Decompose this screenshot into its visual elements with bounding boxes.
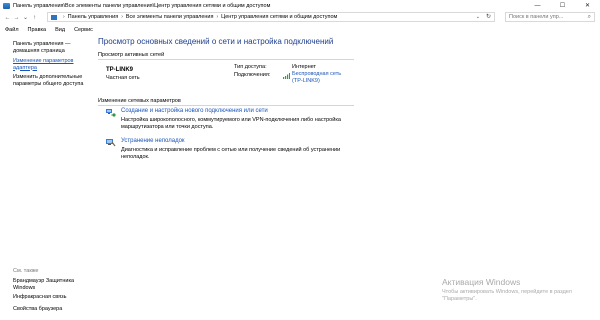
forward-button[interactable]: → — [12, 13, 21, 22]
advanced-sharing-settings-link[interactable]: Изменить дополнительные параметры общего… — [13, 74, 88, 87]
setup-new-connection-description: Настройка широкополосного, коммутируемог… — [121, 117, 341, 130]
breadcrumb-separator[interactable]: › — [216, 14, 218, 20]
change-adapter-settings-link[interactable]: Изменение параметров адаптера — [13, 58, 88, 71]
search-input[interactable] — [509, 14, 584, 20]
menu-edit[interactable]: Правка — [28, 27, 47, 33]
minimize-button[interactable]: — — [525, 0, 550, 11]
back-button[interactable]: ← — [3, 13, 12, 22]
search-icon[interactable]: ⌕ — [588, 14, 591, 21]
window-controls: — ☐ ✕ — [525, 0, 600, 11]
activation-watermark: Активация Windows Чтобы активировать Win… — [442, 277, 592, 303]
change-settings-heading: Изменение сетевых параметров — [98, 98, 181, 104]
window-title: Панель управления\Все элементы панели уп… — [13, 2, 271, 9]
network-name: TP-LINK9 — [106, 67, 133, 73]
wireless-connection-link[interactable]: Беспроводная сеть (TP-LINK9) — [292, 71, 352, 85]
menu-tools[interactable]: Сервис — [74, 27, 93, 33]
close-button[interactable]: ✕ — [575, 0, 600, 11]
control-panel-icon — [51, 14, 57, 20]
menu-file[interactable]: Файл — [5, 27, 19, 33]
troubleshoot-description: Диагностика и исправление проблем с сеть… — [121, 147, 341, 160]
access-type-value: Интернет — [292, 64, 316, 70]
up-button[interactable]: ↑ — [30, 13, 39, 22]
troubleshoot-icon — [106, 139, 116, 147]
wifi-signal-icon — [283, 73, 290, 79]
watermark-title: Активация Windows — [442, 277, 521, 287]
address-field[interactable]: › Панель управления › Все элементы панел… — [47, 12, 495, 22]
control-panel-home-link[interactable]: Панель управления — домашняя страница — [13, 41, 88, 54]
title-bar: Панель управления\Все элементы панели уп… — [0, 0, 600, 11]
watermark-text: Чтобы активировать Windows, перейдите в … — [442, 289, 572, 302]
divider — [98, 105, 354, 106]
divider — [98, 59, 354, 60]
breadcrumb-all-items[interactable]: Все элементы панели управления — [126, 14, 214, 20]
troubleshoot-link[interactable]: Устранение неполадок — [121, 138, 185, 144]
chevron-down-icon[interactable]: ⌄ — [476, 14, 480, 20]
see-also-heading: См. также — [13, 268, 39, 274]
breadcrumb-network-center[interactable]: Центр управления сетями и общим доступом — [221, 14, 337, 20]
setup-new-connection-link[interactable]: Создание и настройка нового подключения … — [121, 108, 268, 114]
menu-view[interactable]: Вид — [55, 27, 65, 33]
control-panel-icon — [3, 2, 10, 9]
search-box: ⌕ — [505, 12, 595, 22]
network-setup-icon — [106, 109, 116, 117]
breadcrumb-separator[interactable]: › — [63, 14, 65, 20]
breadcrumb-separator[interactable]: › — [121, 14, 123, 20]
connections-label: Подключения: — [234, 72, 271, 78]
see-also-firewall-link[interactable]: Брандмауэр Защитника Windows — [13, 278, 88, 291]
see-also-browser-properties-link[interactable]: Свойства браузера — [13, 306, 88, 313]
access-type-label: Тип доступа: — [234, 64, 267, 70]
address-bar: ← → ⌄ ↑ › Панель управления › Все элемен… — [0, 12, 600, 23]
maximize-button[interactable]: ☐ — [550, 0, 575, 11]
active-networks-heading: Просмотр активных сетей — [98, 52, 165, 58]
network-type: Частная сеть — [106, 75, 140, 81]
refresh-icon[interactable]: ↻ — [486, 13, 491, 20]
page-title: Просмотр основных сведений о сети и наст… — [98, 37, 334, 46]
see-also-infrared-link[interactable]: Инфракрасная связь — [13, 294, 88, 301]
recent-locations-button[interactable]: ⌄ — [21, 13, 30, 22]
menu-bar: Файл Правка Вид Сервис — [0, 25, 102, 34]
breadcrumb-control-panel[interactable]: Панель управления — [68, 14, 119, 20]
left-pane: Панель управления — домашняя страница Из… — [0, 35, 90, 320]
